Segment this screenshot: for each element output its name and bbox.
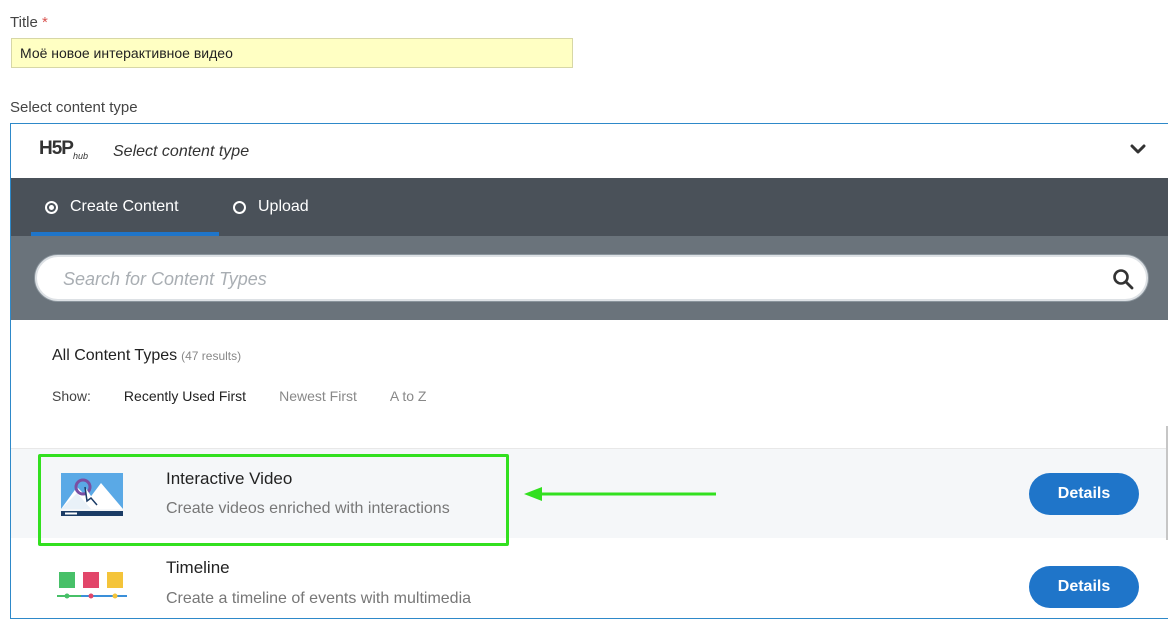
search-icon[interactable] (1112, 268, 1134, 290)
hub-header-title: Select content type (113, 143, 250, 160)
highlight-box (38, 454, 509, 546)
tab-create-content[interactable]: Create Content (45, 178, 179, 236)
results-header: All Content Types (47 results) Show: Rece… (11, 320, 1168, 448)
list-item-timeline[interactable]: Timeline Create a timeline of events wit… (11, 538, 1168, 618)
timeline-icon (57, 572, 127, 599)
sort-newest[interactable]: Newest First (279, 388, 357, 404)
results-title: All Content Types (47 results) (52, 347, 242, 364)
required-marker: * (41, 14, 48, 31)
hub-header[interactable]: H5Phub Select content type (11, 124, 1168, 179)
search-box[interactable] (35, 255, 1148, 301)
item-description: Create a timeline of events with multime… (166, 590, 472, 607)
search-input[interactable] (61, 257, 1085, 301)
sort-options: Show: Recently Used First Newest First A… (52, 388, 459, 404)
title-input[interactable] (11, 38, 573, 68)
sort-recently-used[interactable]: Recently Used First (124, 388, 246, 404)
tab-label: Upload (258, 198, 309, 215)
radio-selected-icon (45, 200, 58, 214)
tab-upload[interactable]: Upload (233, 178, 309, 236)
arrow-left-icon (524, 487, 716, 501)
show-label: Show: (52, 388, 91, 404)
search-band (11, 236, 1168, 320)
tab-label: Create Content (70, 198, 179, 215)
item-title: Timeline (166, 558, 230, 577)
details-button[interactable]: Details (1029, 473, 1139, 515)
details-button[interactable]: Details (1029, 566, 1139, 608)
radio-unselected-icon (233, 200, 246, 214)
results-count: (47 results) (181, 349, 242, 363)
hub-tabbar: Create Content Upload (11, 178, 1168, 236)
title-label: Title * (10, 14, 48, 31)
h5p-hub-logo: H5Phub (39, 138, 88, 161)
content-type-label: Select content type (10, 99, 138, 116)
chevron-down-icon[interactable] (1129, 142, 1147, 156)
sort-a-to-z[interactable]: A to Z (390, 388, 427, 404)
